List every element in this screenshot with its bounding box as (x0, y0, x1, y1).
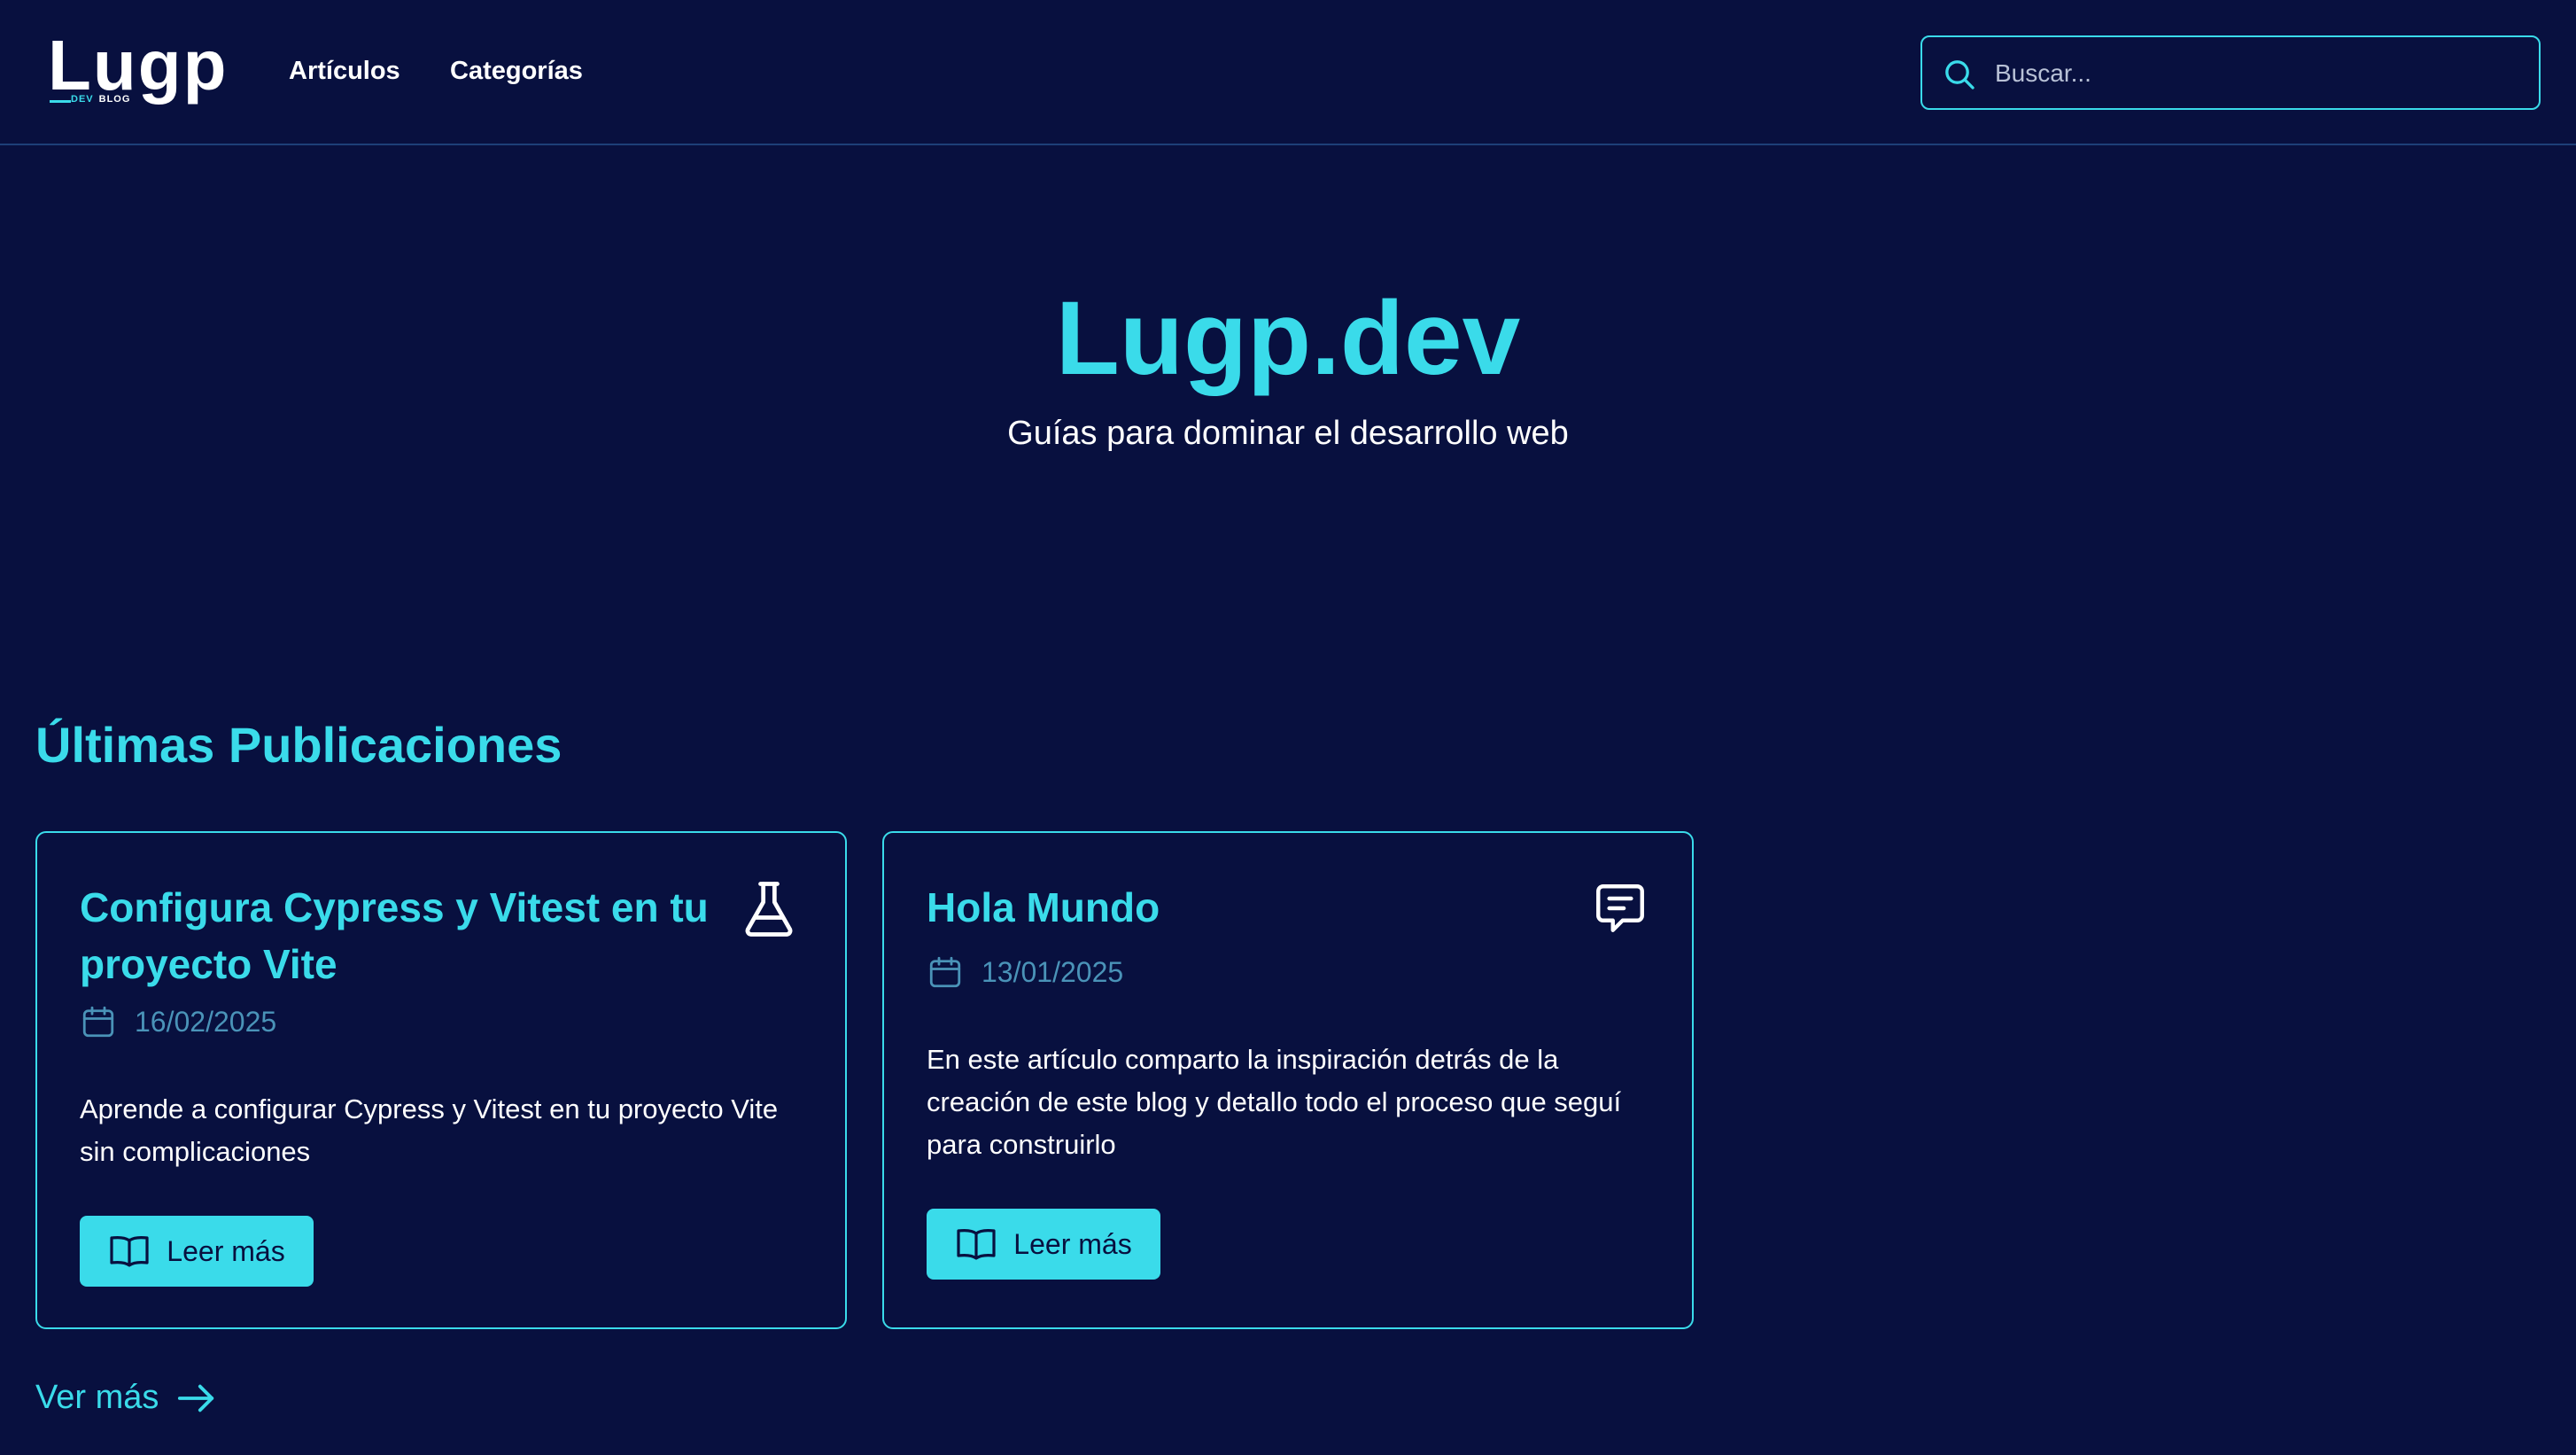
nav-link-categorias[interactable]: Categorías (450, 57, 583, 86)
site-header: Lugp DEV BLOG Artículos Categorías (0, 0, 2576, 145)
logo-line (50, 100, 71, 103)
post-card: Configura Cypress y Vitest en tu proyect… (35, 831, 847, 1329)
post-card: Hola Mundo 13/01/2025 En este artículo c… (882, 831, 1694, 1329)
search-input[interactable] (1993, 37, 2528, 110)
hero-title: Lugp.dev (1055, 280, 1521, 397)
post-date-text: 16/02/2025 (135, 1005, 277, 1038)
post-description: En este artículo comparto la inspiración… (927, 1044, 1622, 1160)
calendar-icon (82, 1006, 114, 1038)
post-date: 13/01/2025 (927, 953, 1123, 991)
post-date-text: 13/01/2025 (982, 955, 1124, 988)
arrow-right-icon (178, 1384, 214, 1412)
site-logo[interactable]: Lugp DEV BLOG (48, 30, 230, 110)
read-more-label: Leer más (167, 1234, 285, 1267)
flask-icon (745, 882, 793, 937)
nav-link-articulos[interactable]: Artículos (289, 57, 400, 86)
logo-word: Lugp (48, 26, 229, 105)
post-date: 16/02/2025 (80, 1003, 276, 1040)
hero-subtitle: Guías para dominar el desarrollo web (1007, 415, 1569, 452)
see-more-link[interactable]: Ver más (35, 1379, 217, 1417)
calendar-icon (929, 956, 961, 988)
read-more-label: Leer más (1013, 1227, 1132, 1260)
search-box[interactable] (1920, 35, 2541, 110)
book-icon (957, 1228, 996, 1260)
logo-tag: DEV BLOG (71, 94, 130, 105)
post-title[interactable]: Hola Mundo (927, 879, 1582, 936)
see-more-label: Ver más (35, 1379, 159, 1416)
read-more-button[interactable]: Leer más (927, 1209, 1160, 1280)
search-icon (1945, 60, 1975, 89)
book-icon (110, 1235, 149, 1267)
post-title[interactable]: Configura Cypress y Vitest en tu proyect… (80, 879, 735, 992)
post-description: Aprende a configurar Cypress y Vitest en… (80, 1093, 779, 1167)
message-icon (1596, 884, 1644, 932)
logo-tag-accent: DEV (71, 94, 94, 105)
logo-tag-text: BLOG (98, 94, 131, 105)
section-title: Últimas Publicaciones (35, 717, 563, 773)
read-more-button[interactable]: Leer más (80, 1216, 314, 1287)
